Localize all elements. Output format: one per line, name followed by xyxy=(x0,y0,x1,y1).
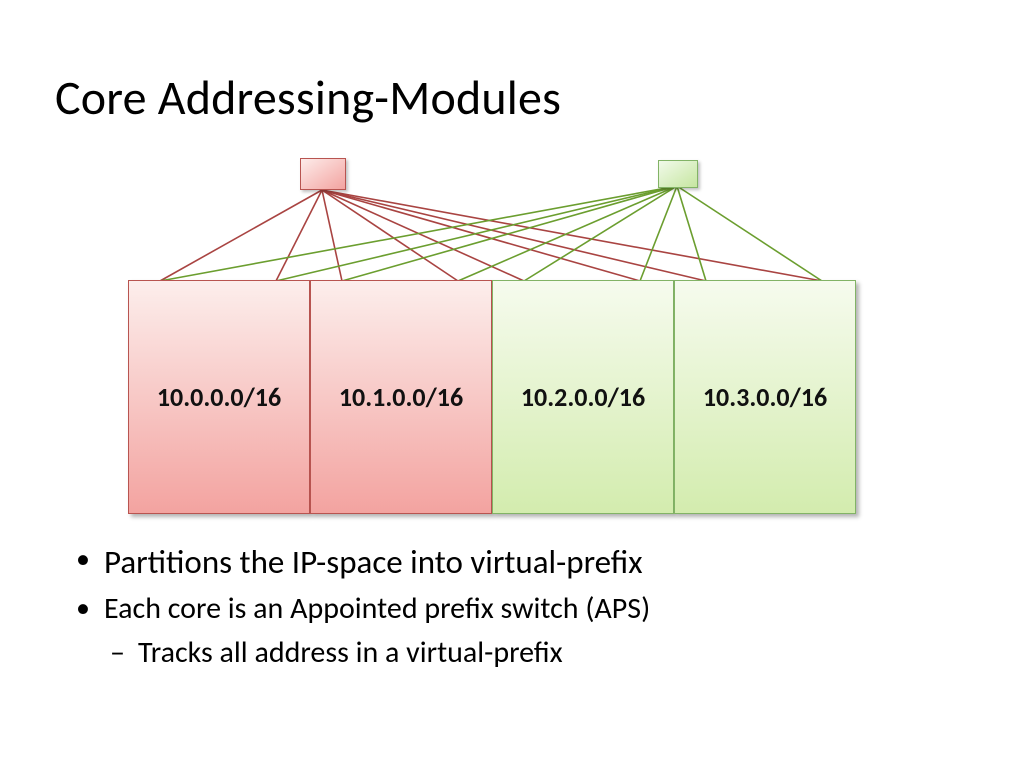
prefix-label: 10.0.0.0/16 xyxy=(157,381,281,413)
prefix-block-2: 10.2.0.0/16 xyxy=(492,280,674,514)
prefix-block-0: 10.0.0.0/16 xyxy=(128,280,310,514)
prefix-label: 10.3.0.0/16 xyxy=(703,381,827,413)
core-node-red xyxy=(300,158,346,190)
prefix-label: 10.1.0.0/16 xyxy=(339,381,463,413)
prefix-block-1: 10.1.0.0/16 xyxy=(310,280,492,514)
prefix-label: 10.2.0.0/16 xyxy=(521,381,645,413)
bullet-2-sub: Tracks all address in a virtual-prefix xyxy=(70,633,950,674)
core-node-green xyxy=(658,160,698,188)
slide: Core Addressing-Modules xyxy=(0,0,1024,768)
slide-title: Core Addressing-Modules xyxy=(55,68,561,127)
diagram: 10.0.0.0/16 10.1.0.0/16 10.2.0.0/16 10.3… xyxy=(0,150,1024,520)
bullet-1: Partitions the IP-space into virtual-pre… xyxy=(70,540,950,585)
prefix-block-3: 10.3.0.0/16 xyxy=(674,280,856,514)
bullet-2: Each core is an Appointed prefix switch … xyxy=(70,589,950,630)
bullet-list: Partitions the IP-space into virtual-pre… xyxy=(70,540,950,674)
